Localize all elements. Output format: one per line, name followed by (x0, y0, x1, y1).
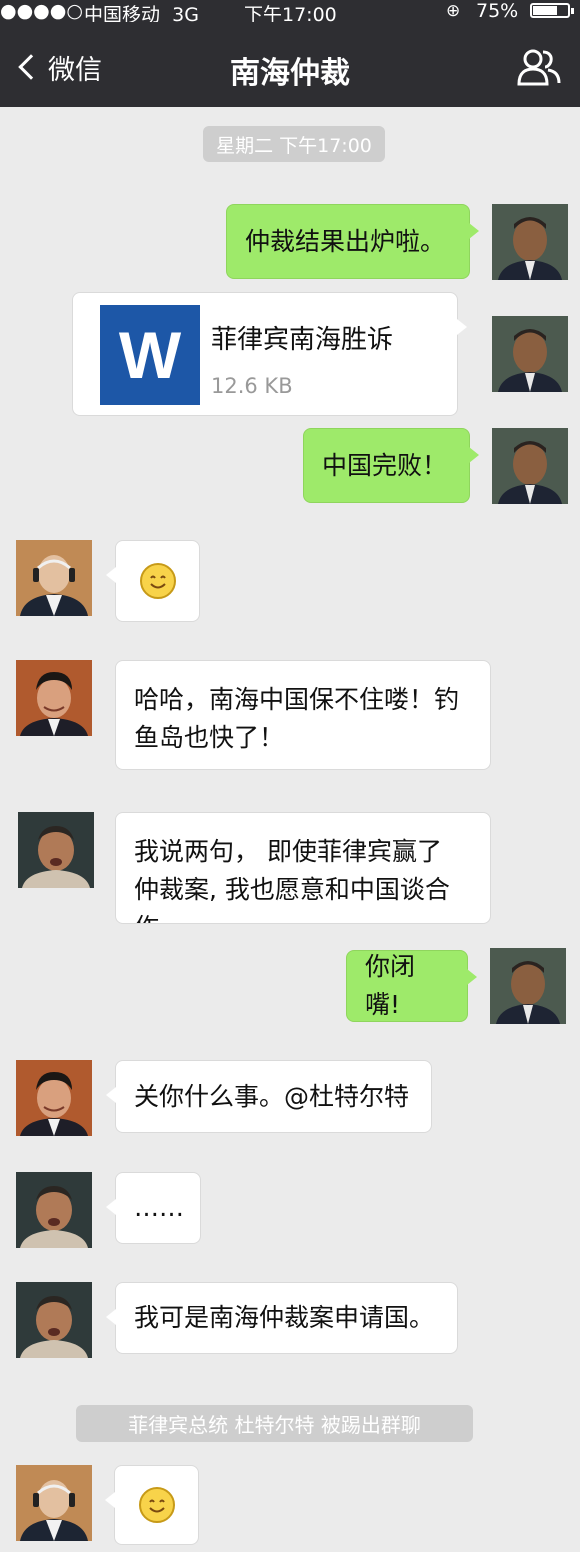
message-text-line: 鱼岛也快了！ (134, 723, 285, 752)
avatar-self[interactable] (492, 316, 568, 392)
rotation-lock-icon: ⊕ (446, 1, 461, 21)
message-text-line: 作…… (134, 909, 472, 923)
smile-emoji-icon (138, 1487, 175, 1523)
message-bubble-self[interactable]: 你闭嘴! (346, 950, 477, 1022)
smile-emoji-icon (139, 563, 176, 599)
file-size: 12.6 KB (211, 374, 293, 398)
avatar-self[interactable] (492, 428, 568, 504)
message-bubble-other[interactable] (105, 1465, 199, 1545)
chat-title: 南海仲裁 (230, 56, 350, 91)
status-bar: ●●●●○ 中国移动 3G 下午17:00 ⊕ 75% (0, 0, 580, 26)
battery-icon (530, 3, 574, 18)
message-bubble-other[interactable]: 我可是南海仲裁案申请国。 (106, 1282, 458, 1354)
avatar-abe[interactable] (16, 1060, 92, 1136)
message-bubble-other[interactable] (106, 540, 200, 622)
avatar-elder[interactable] (16, 540, 92, 616)
signal-strength-icon: ●●●●○ (0, 0, 83, 22)
chat-timestamp: 星期二 下午17:00 (203, 126, 385, 162)
message-text-line: 我说两句， 即使菲律宾赢了 (134, 837, 442, 866)
message-bubble-other[interactable]: 哈哈，南海中国保不住喽！钓 鱼岛也快了！ (115, 660, 491, 770)
message-bubble-other[interactable]: 关你什么事。@杜特尔特 (106, 1060, 432, 1133)
message-text: 你闭嘴! (365, 952, 416, 1019)
avatar-self[interactable] (492, 204, 568, 280)
file-name: 菲律宾南海胜诉 (211, 325, 394, 355)
message-text: 我可是南海仲裁案申请国。 (134, 1303, 435, 1332)
avatar-duterte[interactable] (18, 812, 94, 888)
message-bubble-other[interactable]: …… (106, 1172, 201, 1244)
message-text: 仲裁结果出炉啦。 (245, 226, 446, 256)
nav-bar: 微信 南海仲裁 (0, 22, 580, 107)
system-notice: 菲律宾总统 杜特尔特 被踢出群聊 (76, 1405, 473, 1442)
message-bubble-other[interactable]: 我说两句， 即使菲律宾赢了 仲裁案, 我也愿意和中国谈合 作…… (115, 812, 491, 924)
avatar-abe[interactable] (16, 660, 92, 736)
message-bubble-self[interactable]: 中国完败！ (303, 428, 479, 503)
message-text-line: 仲裁案, 我也愿意和中国谈合 (134, 875, 450, 904)
message-text-line: 哈哈，南海中国保不住喽！钓 (134, 685, 460, 714)
avatar-elder[interactable] (16, 1465, 92, 1541)
message-text: …… (134, 1193, 184, 1222)
word-document-icon: W (100, 305, 200, 405)
message-text: 关你什么事。@杜特尔特 (134, 1081, 410, 1111)
file-message-bubble[interactable]: W 菲律宾南海胜诉 12.6 KB (72, 292, 467, 416)
battery-percent: 75% (476, 0, 519, 22)
avatar-duterte[interactable] (16, 1172, 92, 1248)
avatar-self[interactable] (490, 948, 566, 1024)
message-text: 中国完败！ (322, 450, 448, 480)
group-contacts-icon[interactable] (516, 48, 562, 86)
message-bubble-self[interactable]: 仲裁结果出炉啦。 (226, 204, 479, 279)
avatar-duterte[interactable] (16, 1282, 92, 1358)
